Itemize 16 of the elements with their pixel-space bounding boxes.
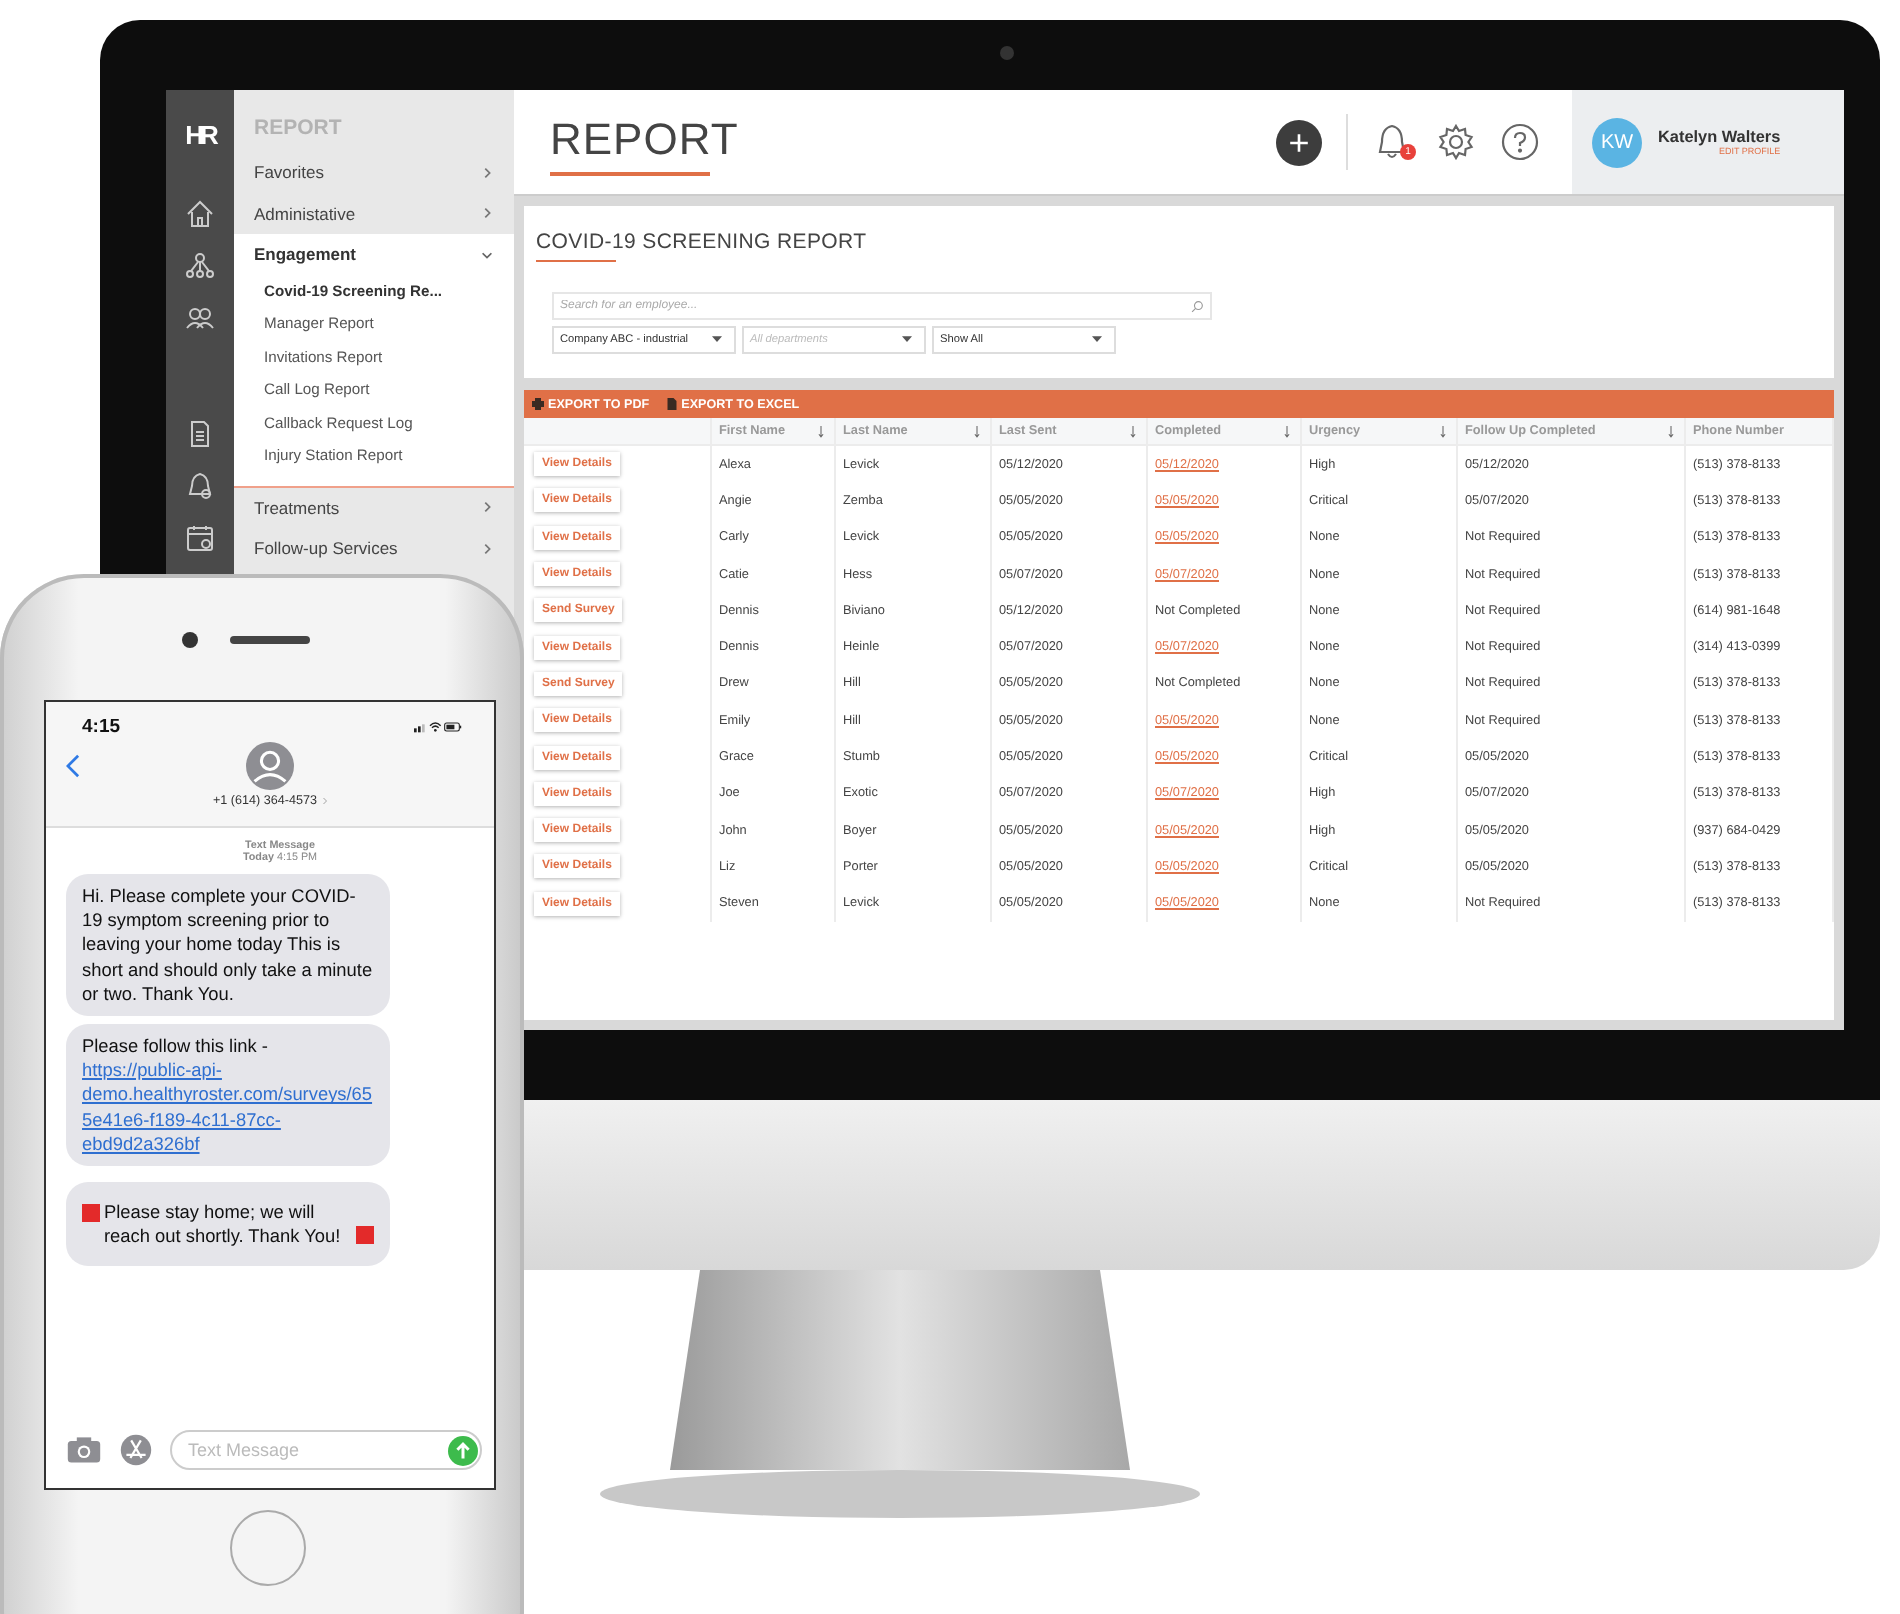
logo: HR	[185, 122, 215, 150]
sidebar-section[interactable]: Follow-up Services	[234, 528, 514, 569]
message-link[interactable]: https://public-api-demo.healthyroster.com/surveys/655e41e6-f189-4c11-87cc-ebd9d2a326bf	[82, 1058, 374, 1157]
report-title: COVID-19 SCREENING REPORT	[536, 230, 869, 254]
sidebar-section[interactable]: Administative	[234, 193, 514, 234]
status-time: 4:15	[82, 716, 121, 738]
user-name: Katelyn Walters	[1658, 128, 1781, 146]
sidebar-section[interactable]: Treatments	[234, 487, 514, 528]
page-title: REPORT	[550, 116, 741, 164]
user-avatar: KW	[1592, 117, 1642, 167]
message-bubble: Hi. Please complete your COVID-19 symptom screening prior to leaving your home today This is short and should only take a minute or two. Thank You.	[66, 874, 390, 1017]
sidebar-section[interactable]: Favorites	[234, 152, 514, 193]
message-text: Please follow this link -	[82, 1036, 268, 1057]
sidebar-section[interactable]: Engagement	[234, 234, 514, 275]
message-text: Please stay home; we will reach out shortly. Thank You!	[104, 1200, 343, 1249]
message-input[interactable]: Text Message	[170, 1430, 482, 1470]
